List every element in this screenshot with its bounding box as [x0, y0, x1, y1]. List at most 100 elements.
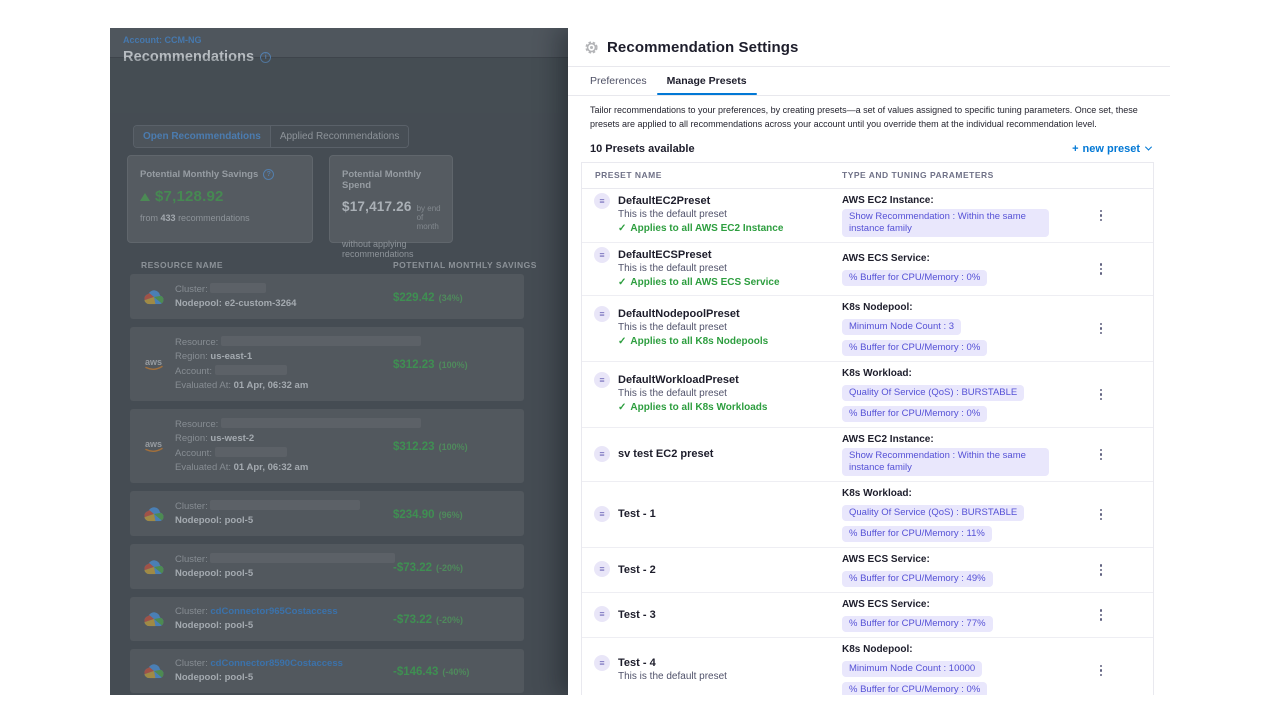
kebab-menu-icon[interactable]	[1096, 385, 1107, 405]
recommendations-tabs: Open Recommendations Applied Recommendat…	[133, 125, 409, 148]
presets-description: Tailor recommendations to your preferenc…	[590, 104, 1162, 132]
recommendations-table: Cluster: Nodepool: e2-custom-3264 $229.4…	[130, 274, 524, 695]
column-header-potential-monthly-savings: POTENTIAL MONTHLY SAVINGS	[393, 260, 537, 270]
tuning-param-chip: Show Recommendation : Within the same in…	[842, 209, 1049, 237]
tuning-param-chip: % Buffer for CPU/Memory : 77%	[842, 616, 993, 632]
account-breadcrumb[interactable]: Account: CCM-NG	[123, 35, 202, 45]
tab-preferences[interactable]: Preferences	[590, 67, 647, 95]
new-preset-button[interactable]: + new preset	[1072, 143, 1151, 155]
table-row[interactable]: aws Resource: Region: us-west-2 Account:…	[130, 409, 524, 483]
redacted-value	[215, 365, 287, 375]
savings-cell: -$73.22(-20%)	[393, 558, 463, 576]
tuning-param-chip: % Buffer for CPU/Memory : 0%	[842, 406, 987, 422]
table-row[interactable]: Cluster: Nodepool: pool-5 -$73.22(-20%)	[130, 544, 524, 589]
kebab-menu-icon[interactable]	[1096, 605, 1107, 625]
tuning-param-chip: Quality Of Service (QoS) : BURSTABLE	[842, 505, 1024, 521]
preset-menu-icon: ≡	[594, 446, 610, 462]
cluster-link[interactable]: cdConnector8590Costaccess	[210, 658, 343, 669]
tuning-param-chip: Minimum Node Count : 10000	[842, 661, 982, 677]
spend-value-suffix: by end of month	[417, 204, 442, 231]
kebab-menu-icon[interactable]	[1096, 661, 1107, 681]
cluster-link[interactable]: cdConnector965Costaccess	[210, 606, 337, 617]
chevron-down-icon	[1145, 144, 1152, 151]
check-icon: ✓	[618, 223, 626, 234]
aws-logo-icon: aws	[144, 356, 164, 372]
preset-menu-icon: ≡	[594, 193, 610, 209]
kebab-menu-icon[interactable]	[1096, 505, 1107, 525]
preset-menu-icon: ≡	[594, 372, 610, 388]
potential-monthly-spend-card: Potential Monthly Spend $17,417.26 by en…	[329, 155, 453, 243]
preset-menu-icon: ≡	[594, 506, 610, 522]
preset-menu-icon: ≡	[594, 606, 610, 622]
preset-row: ≡ DefaultECSPreset This is the default p…	[582, 243, 1153, 296]
spend-card-label: Potential Monthly Spend	[342, 169, 442, 191]
savings-cell: $312.23(100%)	[393, 437, 468, 455]
kebab-menu-icon[interactable]	[1096, 206, 1107, 226]
tab-applied-recommendations[interactable]: Applied Recommendations	[271, 126, 409, 147]
svg-text:aws: aws	[145, 357, 162, 367]
tuning-param-chip: % Buffer for CPU/Memory : 0%	[842, 270, 987, 286]
preset-row: ≡ DefaultEC2Preset This is the default p…	[582, 189, 1153, 243]
drawer-title: Recommendation Settings	[607, 39, 799, 56]
savings-value: $7,128.92	[155, 188, 224, 205]
toolbar-band	[110, 58, 570, 113]
gcp-cloud-icon	[144, 289, 164, 305]
redacted-value	[210, 553, 395, 563]
preset-menu-icon: ≡	[594, 561, 610, 577]
page-header: Account: CCM-NG Recommendations i	[110, 28, 570, 58]
kebab-menu-icon[interactable]	[1096, 259, 1107, 279]
gcp-cloud-icon	[144, 611, 164, 627]
column-header-resource-name: RESOURCE NAME	[141, 260, 223, 270]
svg-text:aws: aws	[145, 439, 162, 449]
app-screenshot: Account: CCM-NG Recommendations i Open R…	[110, 28, 1170, 695]
preset-row: ≡ DefaultNodepoolPreset This is the defa…	[582, 296, 1153, 362]
tab-manage-presets[interactable]: Manage Presets	[667, 67, 747, 95]
gcp-cloud-icon	[144, 559, 164, 575]
preset-row: ≡ Test - 4 This is the default preset K8…	[582, 638, 1153, 695]
tab-open-recommendations[interactable]: Open Recommendations	[134, 126, 271, 147]
presets-table: PRESET NAME TYPE AND TUNING PARAMETERS ≡…	[581, 162, 1154, 695]
tuning-param-chip: % Buffer for CPU/Memory : 49%	[842, 571, 993, 587]
savings-card-label: Potential Monthly Savings	[140, 169, 258, 180]
kebab-menu-icon[interactable]	[1096, 319, 1107, 339]
redacted-value	[210, 500, 360, 510]
table-row[interactable]: aws Resource: Region: us-east-1 Account:…	[130, 327, 524, 401]
kebab-menu-icon[interactable]	[1096, 445, 1107, 465]
savings-cell: $229.42(34%)	[393, 288, 463, 306]
potential-monthly-savings-card: Potential Monthly Savings ? $7,128.92 fr…	[127, 155, 313, 243]
check-icon: ✓	[618, 336, 626, 347]
savings-subtext: from 433 recommendations	[140, 213, 302, 223]
preset-row: ≡ Test - 1 K8s Workload: Quality Of Serv…	[582, 482, 1153, 548]
gear-icon	[584, 40, 599, 55]
table-row[interactable]: Cluster: Nodepool: e2-custom-3264 $229.4…	[130, 274, 524, 319]
plus-icon: +	[1072, 143, 1078, 155]
settings-tabs: Preferences Manage Presets	[568, 67, 1170, 96]
recommendations-page-dimmed: Account: CCM-NG Recommendations i Open R…	[110, 28, 570, 695]
table-row[interactable]: Cluster: Nodepool: pool-5 $234.90(96%)	[130, 491, 524, 536]
aws-logo-icon: aws	[144, 438, 164, 454]
savings-cell: $234.90(96%)	[393, 505, 463, 523]
kebab-menu-icon[interactable]	[1096, 560, 1107, 580]
gcp-cloud-icon	[144, 506, 164, 522]
savings-cell: $312.23(100%)	[393, 355, 468, 373]
preset-menu-icon: ≡	[594, 306, 610, 322]
preset-row: ≡ Test - 2 AWS ECS Service: % Buffer for…	[582, 548, 1153, 593]
drawer-header: Recommendation Settings	[568, 28, 1170, 67]
savings-cell: -$73.22(-20%)	[393, 610, 463, 628]
check-icon: ✓	[618, 277, 626, 288]
table-row[interactable]: Cluster: cdConnector965Costaccess Nodepo…	[130, 597, 524, 641]
help-icon[interactable]: ?	[263, 169, 274, 180]
preset-row: ≡ sv test EC2 preset AWS EC2 Instance: S…	[582, 428, 1153, 482]
recommendation-settings-drawer: Recommendation Settings Preferences Mana…	[568, 28, 1170, 695]
preset-row: ≡ Test - 3 AWS ECS Service: % Buffer for…	[582, 593, 1153, 638]
tuning-param-chip: % Buffer for CPU/Memory : 11%	[842, 526, 992, 542]
tuning-param-chip: Show Recommendation : Within the same in…	[842, 448, 1049, 476]
tuning-param-chip: % Buffer for CPU/Memory : 0%	[842, 682, 987, 695]
tuning-param-chip: Minimum Node Count : 3	[842, 319, 961, 335]
column-header-type-params: TYPE AND TUNING PARAMETERS	[842, 170, 1049, 180]
preset-menu-icon: ≡	[594, 247, 610, 263]
savings-up-triangle-icon	[140, 193, 150, 201]
redacted-value	[221, 336, 421, 346]
table-row[interactable]: Cluster: cdConnector8590Costaccess Nodep…	[130, 649, 524, 693]
spend-value: $17,417.26	[342, 199, 412, 214]
